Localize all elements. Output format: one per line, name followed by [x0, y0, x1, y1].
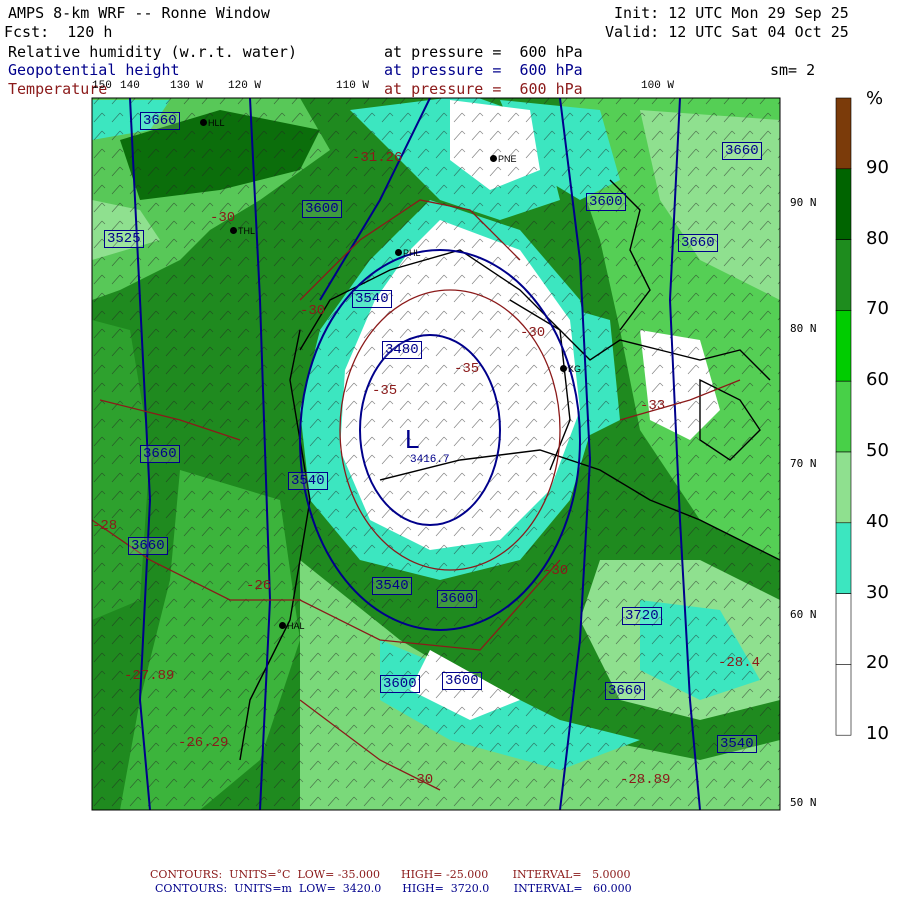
lat-label-90n: 90 N: [790, 196, 817, 209]
station-label: PNE: [498, 154, 517, 164]
station-dot-icon: [230, 227, 237, 234]
station-dot-icon: [395, 249, 402, 256]
height-contour-label: 3540: [352, 290, 392, 308]
temperature-contour-label: -31.26: [352, 150, 403, 166]
temperature-contour-label: -28.4: [718, 655, 761, 671]
temperature-contour-label: -26.29: [178, 735, 229, 751]
rh-field: L 3416.7: [92, 98, 780, 810]
temperature-contour-label: -26: [246, 578, 272, 594]
height-contour-label: 3660: [605, 682, 645, 700]
lon-label: 150: [92, 80, 112, 92]
lon-label: 110 W: [336, 80, 370, 92]
colorbar-band: [835, 451, 852, 524]
colorbar-band: [835, 239, 852, 311]
colorbar-band: [835, 380, 852, 453]
colorbar-tick-label: 50: [866, 440, 889, 461]
height-contour-label: 3600: [437, 590, 477, 608]
colorbar-band: [835, 97, 852, 170]
height-contour-label: 3660: [128, 537, 168, 555]
temperature-contour-label: -35: [454, 361, 480, 377]
station-dot-icon: [560, 365, 567, 372]
station-label: HAL: [287, 621, 305, 631]
station-dot-icon: [490, 155, 497, 162]
colorbar-tick-label: 90: [866, 156, 889, 178]
colorbar-tick-label: 60: [866, 369, 889, 391]
height-contour-label: 3600: [442, 672, 482, 690]
temperature-contour-label: -27.89: [124, 668, 175, 684]
colorbar-tick-label: 20: [866, 652, 889, 674]
station-dot-icon: [279, 622, 286, 629]
lat-label-60n: 60 N: [790, 608, 817, 621]
lon-label: 120 W: [228, 80, 262, 92]
height-contour-label: 3600: [380, 675, 420, 693]
height-contour-label: 3660: [722, 142, 762, 160]
lon-label: 130 W: [170, 80, 204, 92]
lon-label: 140: [120, 80, 140, 92]
colorbar-band: [835, 310, 852, 382]
temperature-contour-label: -28.89: [620, 772, 671, 788]
colorbar-tick-label: 70: [866, 298, 889, 320]
height-contour-label: 3660: [678, 234, 718, 252]
height-contour-label: 3540: [372, 577, 412, 595]
low-pressure-marker: L: [405, 424, 419, 454]
footer-temp-contours: CONTOURS: UNITS=°C LOW= -35.000 HIGH= -2…: [150, 868, 631, 881]
station-label: KG: [568, 364, 582, 374]
colorbar-unit: %: [866, 88, 884, 109]
colorbar-tick-label: 30: [866, 581, 889, 603]
station-label: HLL: [208, 118, 225, 128]
height-contour-label: 3600: [586, 193, 626, 211]
colorbar-band: [835, 664, 852, 736]
footer-height-contours: CONTOURS: UNITS=m LOW= 3420.0 HIGH= 3720…: [155, 882, 632, 895]
height-contour-label: 3525: [104, 230, 144, 248]
lat-label-80n: 80 N: [790, 322, 817, 335]
height-contour-label: 3600: [302, 200, 342, 218]
height-contour-label: 3540: [717, 735, 757, 753]
colorbar-tick-label: 80: [866, 227, 889, 249]
station-label: PHL: [403, 248, 421, 258]
station-dot-icon: [200, 119, 207, 126]
temperature-contour-label: -30: [520, 325, 546, 341]
colorbar-band: [835, 522, 852, 594]
temperature-contour-label: -30: [210, 210, 236, 226]
lat-label-50n: 50 N: [790, 796, 817, 809]
lon-label: 100 W: [641, 80, 675, 92]
station-label: THL: [238, 226, 256, 236]
height-contour-label: 3720: [622, 607, 662, 625]
temperature-contour-label: -28: [92, 518, 118, 534]
height-contour-label: 3480: [382, 341, 422, 359]
temperature-contour-label: -30: [408, 772, 434, 788]
colorbar-tick-label: 40: [866, 510, 889, 532]
colorbar-band: [835, 593, 852, 665]
low-pressure-value: 3416.7: [410, 454, 450, 466]
height-contour-label: 3660: [140, 112, 180, 130]
temperature-contour-label: -30: [543, 563, 569, 579]
lat-label-70n: 70 N: [790, 457, 817, 470]
temperature-contour-label: -33: [640, 398, 666, 414]
height-contour-label: 3660: [140, 445, 180, 463]
temperature-contour-label: -35: [372, 383, 398, 399]
colorbar-tick-label: 10: [866, 723, 889, 745]
weather-map: L 3416.7: [91, 97, 852, 811]
height-contour-label: 3540: [288, 472, 328, 490]
temperature-contour-label: -30: [300, 303, 326, 319]
colorbar: [835, 97, 852, 736]
colorbar-band: [835, 168, 852, 240]
